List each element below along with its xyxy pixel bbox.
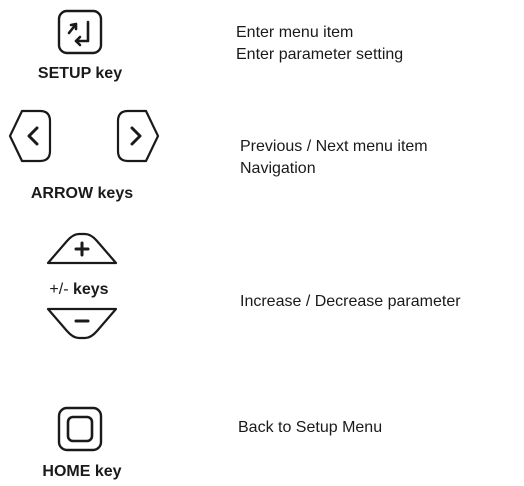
home-key-button[interactable] [57,406,103,452]
home-key-description: Back to Setup Menu [238,417,382,439]
plus-key-button[interactable] [46,232,118,265]
plusminus-keys-label-prefix: +/- [49,281,73,298]
minus-key-button[interactable] [46,307,118,340]
description-line: Enter menu item [236,24,354,41]
plusminus-keys-description: Increase / Decrease parameter [240,291,461,313]
arrow-keys-label: ARROW keys [30,185,134,202]
description-line: Navigation [240,160,316,177]
plusminus-keys-label-suffix: keys [72,281,109,298]
setup-key-label: SETUP key [37,65,123,82]
key-legend-diagram: SETUP key ARROW keys +/- keys HOME key E… [0,0,524,486]
description-line: Back to Setup Menu [238,419,383,436]
description-line: Enter parameter setting [236,46,404,63]
home-key-label: HOME key [42,463,122,480]
description-line: Previous / Next menu item [240,138,428,155]
plusminus-keys-label: +/- keys [49,282,108,298]
description-line: Increase / Decrease parameter [240,293,461,310]
arrow-right-key-button[interactable] [116,109,160,163]
setup-key-description: Enter menu item Enter parameter setting [236,22,403,66]
setup-key-button[interactable] [57,9,103,55]
arrow-keys-description: Previous / Next menu item Navigation [240,136,428,180]
arrow-left-key-button[interactable] [8,109,52,163]
